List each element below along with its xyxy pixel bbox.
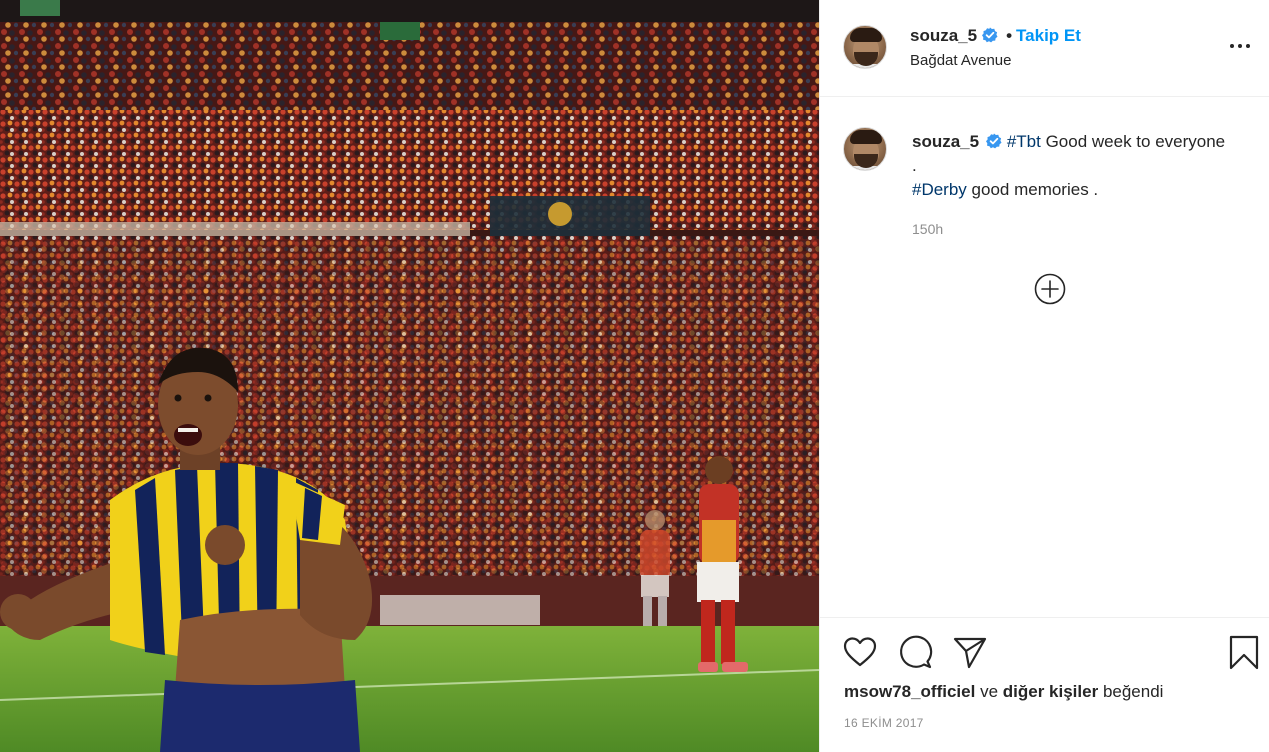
author-name-row: souza_5 • Takip Et: [910, 26, 1081, 46]
caption-username[interactable]: souza_5: [912, 132, 979, 151]
bookmark-icon[interactable]: [1226, 634, 1262, 670]
heart-icon[interactable]: [842, 634, 878, 670]
follow-button[interactable]: Takip Et: [1016, 26, 1081, 45]
post-location[interactable]: Bağdat Avenue: [910, 52, 1011, 69]
stadium-photo: [0, 0, 819, 752]
liker-username[interactable]: msow78_officiel: [844, 682, 975, 701]
verified-badge-icon: [982, 27, 998, 43]
comment-icon[interactable]: [897, 634, 933, 670]
post-header: souza_5 • Takip Et Bağdat Avenue: [820, 0, 1269, 97]
post-date[interactable]: 16 EKİM 2017: [844, 716, 924, 730]
separator-dot: •: [1006, 26, 1013, 45]
hashtag-derby[interactable]: #Derby: [912, 180, 967, 199]
likes-suffix: beğendi: [1102, 682, 1164, 701]
add-circle-icon[interactable]: [1034, 273, 1066, 305]
more-options-icon[interactable]: [1228, 34, 1252, 58]
hashtag-tbt[interactable]: #Tbt: [1007, 132, 1041, 151]
caption-text: souza_5 #Tbt Good week to everyone . #Der…: [912, 130, 1232, 202]
verified-badge-icon: [986, 133, 1002, 149]
caption-author-avatar[interactable]: [843, 127, 887, 171]
likes-others-link[interactable]: diğer kişiler: [1003, 682, 1098, 701]
likes-summary: msow78_officiel ve diğer kişiler beğendi: [844, 682, 1163, 702]
author-avatar[interactable]: [843, 25, 887, 69]
caption-line-2: good memories .: [966, 180, 1099, 199]
post-photo[interactable]: [0, 0, 819, 752]
paper-plane-icon[interactable]: [952, 634, 988, 670]
caption-time-ago[interactable]: 150h: [912, 221, 943, 237]
likes-conj: ve: [980, 682, 999, 701]
author-username[interactable]: souza_5: [910, 26, 977, 45]
post-actions: msow78_officiel ve diğer kişiler beğendi…: [820, 617, 1269, 752]
post-side-panel: souza_5 • Takip Et Bağdat Avenue souza_5 #…: [819, 0, 1269, 752]
